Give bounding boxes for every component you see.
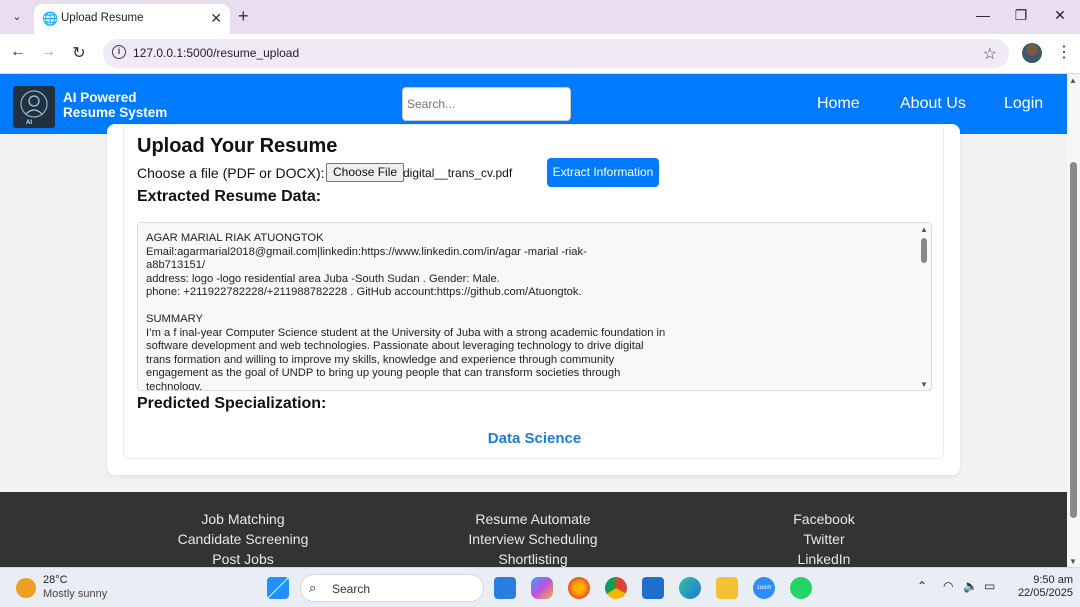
bookmark-star-icon[interactable]: ☆	[983, 44, 997, 64]
search-icon: ⌕	[309, 580, 317, 595]
page-scroll-down-icon[interactable]: ▼	[1069, 557, 1077, 566]
whatsapp-icon[interactable]	[790, 577, 812, 599]
scroll-down-icon[interactable]: ▼	[920, 380, 928, 389]
site-logo[interactable]: AI	[13, 86, 55, 128]
footer-link[interactable]: Post Jobs	[118, 549, 368, 567]
new-tab-button[interactable]: +	[238, 6, 249, 27]
textarea-scroll-thumb[interactable]	[921, 238, 927, 263]
address-bar[interactable]: i 127.0.0.1:5000/resume_upload ☆	[103, 39, 1009, 68]
footer-link[interactable]: Job Matching	[118, 509, 368, 529]
predicted-specialization-value: Data Science	[487, 430, 582, 447]
nav-login-link[interactable]: Login	[1004, 95, 1043, 113]
taskbar-search[interactable]: ⌕ Search	[300, 574, 484, 602]
volume-icon[interactable]: 🔈	[963, 579, 978, 593]
site-brand[interactable]: AI Powered Resume System	[63, 90, 167, 120]
textarea-scrollbar[interactable]: ▲ ▼	[917, 223, 931, 390]
weather-temperature[interactable]: 28°C	[43, 574, 68, 586]
restore-icon[interactable]: ❐	[1011, 7, 1031, 24]
page-scroll-up-icon[interactable]: ▲	[1069, 76, 1077, 85]
taskbar-search-label: Search	[332, 582, 371, 596]
battery-icon[interactable]: ▭	[984, 579, 995, 593]
browser-menu-icon[interactable]: ⋮	[1056, 42, 1072, 62]
wifi-icon[interactable]: ◠	[943, 579, 953, 593]
clock-date: 22/05/2025	[1017, 587, 1073, 599]
windows-start-icon[interactable]	[267, 577, 289, 599]
show-hidden-icons-icon[interactable]: ⌃	[917, 579, 927, 593]
upload-panel: Upload Your Resume Choose a file (PDF or…	[123, 124, 944, 459]
tab-title: Upload Resume	[61, 12, 144, 24]
browser-tab[interactable]: 🌐 Upload Resume ✕	[34, 4, 230, 34]
microsoft-store-icon[interactable]	[642, 577, 664, 599]
footer-column-features: Resume Automate Interview Scheduling Sho…	[408, 509, 658, 567]
page-scroll-thumb[interactable]	[1070, 162, 1077, 518]
vscode-icon[interactable]	[494, 577, 516, 599]
edge-icon[interactable]	[679, 577, 701, 599]
forward-icon[interactable]: →	[38, 43, 58, 61]
url-text[interactable]: 127.0.0.1:5000/resume_upload	[133, 46, 299, 60]
brand-line-1: AI Powered	[63, 90, 137, 105]
footer-column-services: Job Matching Candidate Screening Post Jo…	[118, 509, 368, 567]
nav-home-link[interactable]: Home	[817, 95, 860, 113]
sun-icon[interactable]	[16, 578, 36, 598]
windows-taskbar: 28°C Mostly sunny ⌕ Search zoom ⌃ ◠ 🔈 ▭ …	[0, 567, 1080, 607]
footer-link[interactable]: Candidate Screening	[118, 529, 368, 549]
minimize-icon[interactable]: —	[973, 7, 993, 23]
chrome-icon[interactable]	[605, 577, 627, 599]
footer-column-social: Facebook Twitter LinkedIn	[699, 509, 949, 567]
file-label: Choose a file (PDF or DOCX):	[137, 165, 325, 181]
extract-information-button[interactable]: Extract Information	[547, 158, 659, 187]
browser-toolbar: ← → ↻ i 127.0.0.1:5000/resume_upload ☆ ⋮	[0, 34, 1080, 74]
footer-link[interactable]: Interview Scheduling	[408, 529, 658, 549]
firefox-icon[interactable]	[568, 577, 590, 599]
footer-link[interactable]: Facebook	[699, 509, 949, 529]
site-search-input[interactable]	[402, 87, 571, 121]
clock-time: 9:50 am	[1033, 574, 1073, 586]
tab-search-icon[interactable]: ⌄	[6, 6, 28, 28]
robot-head-icon: AI	[20, 90, 48, 126]
page-title: Upload Your Resume	[137, 135, 338, 157]
weather-condition[interactable]: Mostly sunny	[43, 588, 107, 600]
reload-icon[interactable]: ↻	[69, 43, 89, 63]
site-footer: Job Matching Candidate Screening Post Jo…	[0, 492, 1067, 567]
brand-line-2: Resume System	[63, 105, 168, 120]
back-icon[interactable]: ←	[8, 43, 28, 61]
page-scrollbar[interactable]: ▲ ▼	[1067, 74, 1080, 567]
system-clock[interactable]: 9:50 am 22/05/2025	[1003, 574, 1073, 600]
profile-avatar[interactable]	[1022, 43, 1042, 63]
upload-card: Upload Your Resume Choose a file (PDF or…	[107, 124, 960, 475]
zoom-icon[interactable]: zoom	[753, 577, 775, 599]
site-info-icon[interactable]: i	[112, 45, 126, 59]
extracted-data-heading: Extracted Resume Data:	[137, 188, 322, 205]
footer-link[interactable]: LinkedIn	[699, 549, 949, 567]
footer-link[interactable]: Shortlisting	[408, 549, 658, 567]
footer-link[interactable]: Twitter	[699, 529, 949, 549]
scroll-up-icon[interactable]: ▲	[920, 225, 928, 234]
selected-file-name: digital__trans_cv.pdf	[403, 166, 513, 180]
window-close-icon[interactable]: ✕	[1050, 7, 1070, 24]
browser-tab-bar: ⌄ 🌐 Upload Resume ✕ + — ❐ ✕	[0, 0, 1080, 34]
close-tab-icon[interactable]: ✕	[210, 10, 222, 27]
choose-file-button[interactable]: Choose File	[326, 163, 405, 182]
nav-about-link[interactable]: About Us	[900, 95, 966, 113]
page-viewport: AI AI Powered Resume System Home About U…	[0, 74, 1067, 567]
globe-icon: 🌐	[42, 11, 59, 26]
copilot-icon[interactable]	[531, 577, 553, 599]
extracted-text-area[interactable]: AGAR MARIAL RIAK ATUONGTOK Email:agarmar…	[137, 222, 932, 391]
extracted-text: AGAR MARIAL RIAK ATUONGTOK Email:agarmar…	[146, 232, 666, 391]
footer-link[interactable]: Resume Automate	[408, 509, 658, 529]
file-explorer-icon[interactable]	[716, 577, 738, 599]
predicted-specialization-heading: Predicted Specialization:	[137, 395, 327, 412]
logo-text: AI	[26, 120, 32, 126]
